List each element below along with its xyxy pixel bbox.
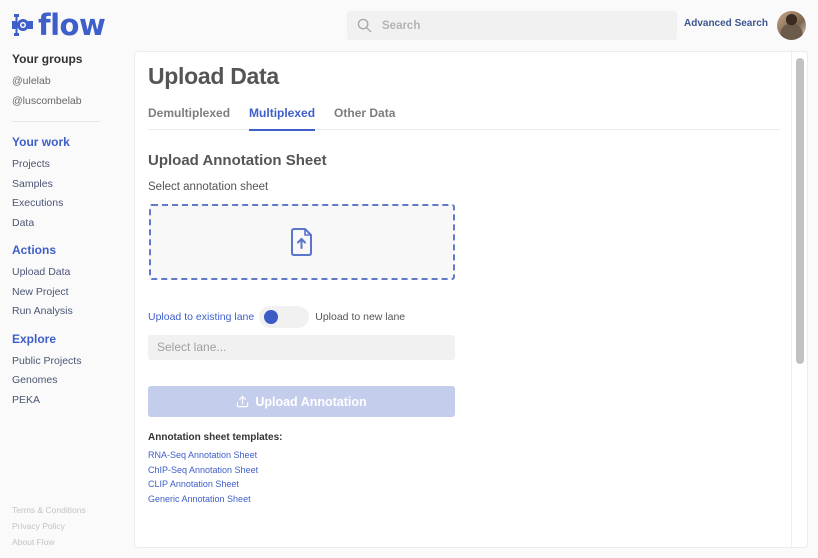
upload-annotation-button[interactable]: Upload Annotation	[148, 386, 455, 417]
search-bar[interactable]	[347, 11, 677, 40]
new-lane-label[interactable]: Upload to new lane	[315, 311, 405, 323]
templates-title: Annotation sheet templates:	[148, 432, 283, 443]
privacy-link[interactable]: Privacy Policy	[12, 518, 86, 534]
main-panel: Upload Data Demultiplexed Multiplexed Ot…	[134, 51, 808, 548]
sidebar-item-run-analysis[interactable]: Run Analysis	[12, 302, 124, 322]
avatar[interactable]	[777, 11, 806, 40]
toggle-knob	[264, 310, 279, 324]
template-link-chip-seq[interactable]: ChIP-Seq Annotation Sheet	[148, 463, 258, 478]
sidebar-explore: Explore Public Projects Genomes PEKA	[12, 332, 124, 411]
sidebar: Your groups @ulelab @luscombelab Your wo…	[12, 52, 124, 420]
sidebar-item-executions[interactable]: Executions	[12, 194, 124, 214]
sidebar-actions: Actions Upload Data New Project Run Anal…	[12, 243, 124, 322]
sidebar-item-projects[interactable]: Projects	[12, 155, 124, 175]
explore-heading: Explore	[12, 331, 57, 346]
advanced-search-link[interactable]: Advanced Search	[684, 18, 768, 29]
tab-demultiplexed[interactable]: Demultiplexed	[148, 104, 230, 130]
sidebar-item-group-ulelab[interactable]: @ulelab	[12, 72, 124, 92]
actions-heading: Actions	[12, 243, 57, 257]
sidebar-groups: Your groups @ulelab @luscombelab	[12, 52, 124, 111]
select-annotation-label: Select annotation sheet	[148, 181, 269, 193]
sidebar-item-data[interactable]: Data	[12, 214, 124, 234]
sidebar-divider	[12, 121, 100, 122]
scrollbar-thumb[interactable]	[796, 58, 804, 364]
groups-heading: Your groups	[12, 52, 83, 66]
file-upload-icon	[291, 228, 312, 256]
app-name: flow	[38, 8, 106, 42]
sidebar-item-group-luscombelab[interactable]: @luscombelab	[12, 92, 124, 112]
upload-annotation-label: Upload Annotation	[255, 394, 367, 409]
sidebar-item-genomes[interactable]: Genomes	[12, 371, 124, 391]
lane-toggle-row: Upload to existing lane Upload to new la…	[148, 306, 405, 328]
sidebar-item-public-projects[interactable]: Public Projects	[12, 352, 124, 372]
flow-logo-icon	[12, 14, 33, 36]
search-icon	[357, 18, 372, 33]
template-link-clip[interactable]: CLIP Annotation Sheet	[148, 477, 258, 492]
lane-toggle[interactable]	[259, 306, 310, 328]
sidebar-item-upload-data[interactable]: Upload Data	[12, 263, 124, 283]
upload-icon	[237, 395, 249, 408]
upload-tabs: Demultiplexed Multiplexed Other Data	[148, 104, 780, 131]
template-link-generic[interactable]: Generic Annotation Sheet	[148, 492, 258, 507]
tab-other-data[interactable]: Other Data	[334, 104, 395, 130]
flow-logo[interactable]: flow	[12, 8, 106, 42]
sidebar-item-peka[interactable]: PEKA	[12, 391, 124, 411]
section-title: Upload Annotation Sheet	[148, 152, 327, 169]
footer-links: Terms & Conditions Privacy Policy About …	[12, 502, 86, 550]
sidebar-item-new-project[interactable]: New Project	[12, 283, 124, 303]
page-title: Upload Data	[148, 63, 279, 89]
template-link-rna-seq[interactable]: RNA-Seq Annotation Sheet	[148, 448, 258, 463]
your-work-heading: Your work	[12, 135, 70, 149]
about-link[interactable]: About Flow	[12, 534, 86, 550]
scrollbar[interactable]	[791, 52, 807, 547]
templates-list: RNA-Seq Annotation Sheet ChIP-Seq Annota…	[148, 448, 258, 506]
search-input[interactable]	[382, 19, 662, 32]
existing-lane-label[interactable]: Upload to existing lane	[148, 311, 254, 323]
annotation-dropzone[interactable]	[149, 204, 455, 280]
lane-select[interactable]: Select lane...	[148, 335, 455, 360]
sidebar-your-work: Your work Projects Samples Executions Da…	[12, 135, 124, 233]
tab-multiplexed[interactable]: Multiplexed	[249, 104, 316, 131]
terms-link[interactable]: Terms & Conditions	[12, 502, 86, 518]
sidebar-item-samples[interactable]: Samples	[12, 175, 124, 195]
